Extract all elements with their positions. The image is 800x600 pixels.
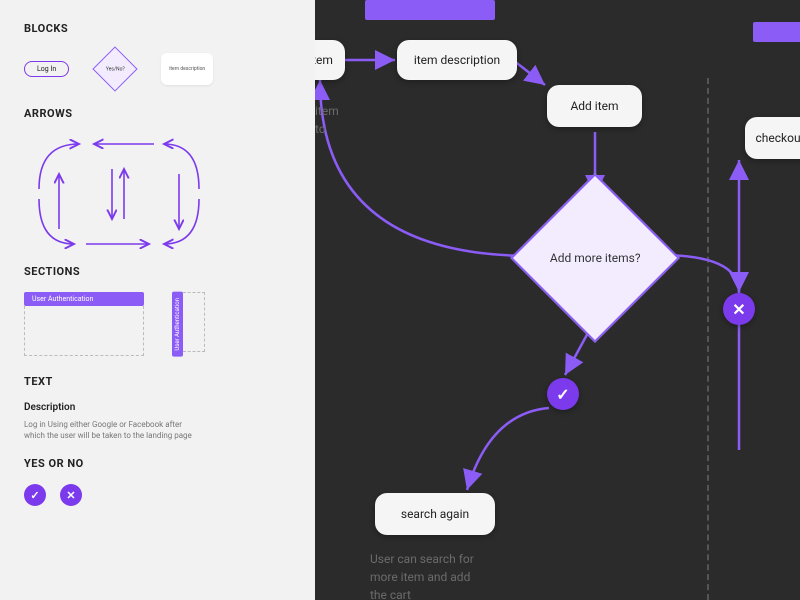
blocks-row: Log In Yes/No? item description — [24, 49, 291, 89]
section-h-body — [24, 306, 144, 356]
node-decision-label: Add more items? — [550, 251, 641, 265]
canvas[interactable]: r item item description Add item checkou… — [315, 0, 800, 600]
section-v-label: User Authentication — [172, 292, 183, 357]
arrows-samples[interactable] — [24, 134, 214, 249]
block-sample-login[interactable]: Log In — [24, 61, 69, 77]
text-title: TEXT — [24, 375, 291, 388]
block-sample-decision[interactable]: Yes/No? — [93, 46, 138, 91]
node-search-again[interactable]: search again — [375, 493, 495, 535]
node-item-description[interactable]: item description — [397, 40, 517, 80]
section-h-label: User Authentication — [24, 292, 144, 306]
node-peek[interactable]: r item — [315, 40, 345, 80]
no-icon[interactable]: ✕ — [60, 484, 82, 506]
yes-icon[interactable]: ✓ — [24, 484, 46, 506]
text-subtitle: Description — [24, 402, 291, 413]
text-body: Log in Using either Google or Facebook a… — [24, 419, 194, 441]
block-sample-decision-label: Yes/No? — [106, 66, 125, 72]
block-sample-card-label: item description — [169, 66, 205, 72]
node-add-item[interactable]: Add item — [547, 85, 642, 127]
sidebar: BLOCKS Log In Yes/No? item description A… — [0, 0, 315, 600]
yesno-row: ✓ ✕ — [24, 484, 291, 506]
ghost-text-2: User can search formore item and addthe … — [370, 550, 474, 600]
section-sample-horizontal[interactable]: User Authentication — [24, 292, 144, 357]
arrows-svg — [24, 134, 214, 249]
block-sample-card[interactable]: item description — [161, 53, 213, 85]
ghost-text-1: itemto — [315, 102, 339, 138]
arrows-title: ARROWS — [24, 107, 291, 120]
node-checkout[interactable]: checkout — [745, 117, 800, 159]
decision-no-icon[interactable]: ✕ — [723, 293, 755, 325]
decision-yes-icon[interactable]: ✓ — [547, 378, 579, 410]
yesno-title: YES OR NO — [24, 457, 291, 470]
sections-title: SECTIONS — [24, 265, 291, 278]
section-v-body — [183, 292, 205, 352]
blocks-title: BLOCKS — [24, 22, 291, 35]
sections-row: User Authentication User Authentication — [24, 292, 291, 357]
section-sample-vertical[interactable]: User Authentication — [172, 292, 205, 357]
